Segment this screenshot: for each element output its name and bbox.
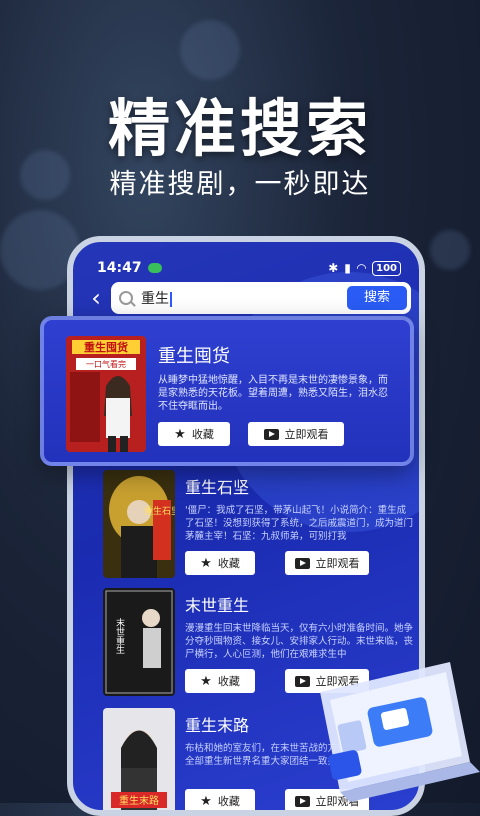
search-row: ‹ 重生 搜索 — [81, 282, 411, 314]
battery-indicator: 100 — [372, 260, 401, 276]
search-button[interactable]: 搜索 — [347, 286, 407, 310]
cover-title: 重生末路 — [119, 794, 159, 807]
featured-result-card[interactable]: 重生囤货 一口气看完 重生囤货 从睡梦中猛地惊醒，入目不再是末世的凄惨景象，而是… — [40, 316, 414, 466]
result-title: 重生囤货 — [158, 346, 230, 367]
cover-image: 重生末路 — [103, 708, 175, 810]
laptop-illustration — [320, 662, 480, 802]
result-description: '僵尸：我成了石坚，带茅山起飞！小说简介：重生成了石坚！没想到获得了系统，之后戚… — [185, 505, 413, 542]
result-description: 从睡梦中猛地惊醒，入目不再是末世的凄惨景象，而是家熟悉的天花板。望着周遭，熟悉又… — [158, 375, 388, 412]
chevron-left-icon: ‹ — [91, 284, 101, 312]
search-input[interactable]: 重生 搜索 — [111, 282, 411, 314]
star-icon: ★ — [200, 673, 212, 689]
status-bar: 14:47 ✱ ▮ ◠ 100 — [97, 258, 401, 278]
search-query: 重生 — [141, 291, 169, 307]
cover-image: 重生石坚 — [103, 470, 175, 578]
hero-title: 精准搜索 — [107, 92, 372, 165]
cover-image: 末世重生 — [103, 588, 175, 696]
watch-button[interactable]: 立即观看 — [285, 551, 369, 575]
wechat-icon — [147, 263, 162, 273]
cover-subtitle: 一口气看完 — [86, 359, 126, 369]
list-item[interactable]: 重生石坚 重生石坚 '僵尸：我成了石坚，带茅山起飞！小说简介：重生成了石坚！没想… — [103, 470, 413, 580]
signal-icon: ▮ — [344, 261, 351, 275]
wifi-icon: ◠ — [356, 261, 367, 275]
favorite-label: 收藏 — [217, 557, 240, 570]
favorite-button[interactable]: ★ 收藏 — [185, 669, 255, 693]
favorite-button[interactable]: ★ 收藏 — [185, 551, 255, 575]
cover-image: 重生囤货 一口气看完 — [66, 336, 146, 452]
cover-title: 重生石坚 — [144, 505, 175, 517]
background-bokeh — [430, 230, 470, 270]
cover-title: 末世重生 — [114, 617, 125, 654]
text-cursor — [170, 291, 172, 307]
star-icon: ★ — [200, 793, 212, 809]
favorite-label: 收藏 — [217, 795, 240, 808]
result-title: 重生石坚 — [185, 478, 250, 497]
background-bokeh — [180, 20, 240, 80]
star-icon: ★ — [200, 555, 212, 571]
status-icons: ✱ ▮ ◠ 100 — [328, 260, 401, 276]
back-button[interactable]: ‹ — [81, 284, 111, 312]
watch-label: 立即观看 — [284, 428, 329, 441]
play-icon — [263, 428, 279, 440]
hero-subtitle: 精准搜剧，一秒即达 — [109, 169, 371, 200]
favorite-button[interactable]: ★ 收藏 — [185, 789, 255, 810]
cover-title: 重生囤货 — [84, 340, 128, 354]
result-title: 末世重生 — [185, 596, 250, 615]
search-icon — [119, 291, 133, 305]
play-icon — [294, 557, 310, 569]
star-icon: ★ — [174, 426, 186, 442]
favorite-label: 收藏 — [191, 428, 214, 441]
watch-label: 立即观看 — [315, 557, 360, 570]
status-time: 14:47 — [97, 260, 142, 276]
favorite-label: 收藏 — [217, 675, 240, 688]
favorite-button[interactable]: ★ 收藏 — [158, 422, 230, 446]
bluetooth-icon: ✱ — [328, 261, 339, 275]
watch-button[interactable]: 立即观看 — [248, 422, 344, 446]
